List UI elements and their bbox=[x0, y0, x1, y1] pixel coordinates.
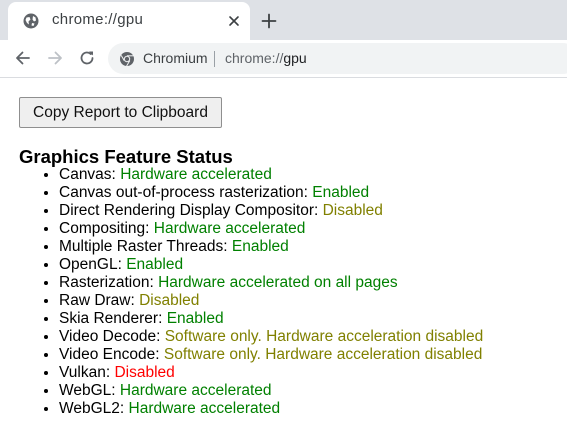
chromium-logo-icon bbox=[120, 52, 134, 67]
feature-status: Enabled bbox=[231, 238, 289, 255]
feature-name: Canvas: bbox=[59, 166, 116, 183]
feature-status: Enabled bbox=[312, 184, 370, 201]
origin-chip-label: Chromium bbox=[143, 50, 208, 66]
feature-item: Video Encode: Software only. Hardware ac… bbox=[59, 346, 483, 364]
feature-status: Disabled bbox=[322, 202, 383, 219]
feature-name: WebGL2: bbox=[59, 400, 125, 417]
feature-item: Multiple Raster Threads: Enabled bbox=[59, 238, 483, 256]
feature-item: WebGL: Hardware accelerated bbox=[59, 382, 483, 400]
reload-icon[interactable] bbox=[77, 48, 97, 68]
forward-arrow-icon[interactable] bbox=[45, 48, 65, 68]
feature-item: Raw Draw: Disabled bbox=[59, 292, 483, 310]
feature-item: Vulkan: Disabled bbox=[59, 364, 483, 382]
feature-item: Rasterization: Hardware accelerated on a… bbox=[59, 274, 483, 292]
feature-name: Skia Renderer: bbox=[59, 310, 163, 327]
feature-status: Software only. Hardware acceleration dis… bbox=[163, 346, 483, 363]
feature-item: Direct Rendering Display Compositor: Dis… bbox=[59, 202, 483, 220]
back-arrow-icon[interactable] bbox=[13, 48, 33, 68]
feature-status-list: Canvas: Hardware acceleratedCanvas out-o… bbox=[0, 166, 483, 418]
tab-strip: chrome://gpu bbox=[0, 0, 567, 40]
feature-name: Vulkan: bbox=[59, 364, 111, 381]
feature-item: Video Decode: Software only. Hardware ac… bbox=[59, 328, 483, 346]
close-tab-icon[interactable] bbox=[226, 13, 242, 29]
feature-status: Enabled bbox=[166, 310, 224, 327]
feature-name: Multiple Raster Threads: bbox=[59, 238, 228, 255]
globe-icon bbox=[23, 13, 39, 29]
feature-item: Compositing: Hardware accelerated bbox=[59, 220, 483, 238]
feature-name: Video Decode: bbox=[59, 328, 161, 345]
feature-status: Software only. Hardware acceleration dis… bbox=[164, 328, 484, 345]
feature-status: Disabled bbox=[114, 364, 175, 381]
feature-name: Raw Draw: bbox=[59, 292, 135, 309]
feature-item: WebGL2: Hardware accelerated bbox=[59, 400, 483, 418]
feature-name: WebGL: bbox=[59, 382, 116, 399]
feature-name: Direct Rendering Display Compositor: bbox=[59, 202, 319, 219]
section-title: Graphics Feature Status bbox=[19, 146, 233, 167]
page-content: Copy Report to Clipboard Graphics Featur… bbox=[0, 78, 567, 434]
feature-name: Rasterization: bbox=[59, 274, 154, 291]
feature-item: OpenGL: Enabled bbox=[59, 256, 483, 274]
address-bar[interactable]: Chromium chrome://gpu bbox=[108, 43, 567, 74]
feature-status: Enabled bbox=[126, 256, 184, 273]
feature-item: Canvas: Hardware accelerated bbox=[59, 166, 483, 184]
feature-item: Skia Renderer: Enabled bbox=[59, 310, 483, 328]
browser-window: chrome://gpu Chromium chrome://gpu Copy … bbox=[0, 0, 567, 434]
url-text[interactable]: chrome://gpu bbox=[225, 50, 307, 66]
address-separator bbox=[214, 51, 215, 67]
url-scheme: chrome:// bbox=[225, 50, 284, 66]
feature-name: Video Encode: bbox=[59, 346, 160, 363]
feature-name: OpenGL: bbox=[59, 256, 122, 273]
copy-report-button[interactable]: Copy Report to Clipboard bbox=[19, 97, 222, 128]
tab-chrome-gpu[interactable]: chrome://gpu bbox=[8, 2, 250, 40]
feature-item: Canvas out-of-process rasterization: Ena… bbox=[59, 184, 483, 202]
feature-status: Hardware accelerated on all pages bbox=[158, 274, 398, 291]
feature-status: Hardware accelerated bbox=[128, 400, 281, 417]
feature-status: Hardware accelerated bbox=[119, 382, 272, 399]
feature-status: Hardware accelerated bbox=[120, 166, 272, 183]
feature-name: Compositing: bbox=[59, 220, 150, 237]
new-tab-icon[interactable] bbox=[259, 11, 279, 31]
url-host: gpu bbox=[283, 50, 307, 66]
feature-status: Disabled bbox=[139, 292, 200, 309]
tab-title: chrome://gpu bbox=[52, 11, 144, 28]
feature-name: Canvas out-of-process rasterization: bbox=[59, 184, 308, 201]
toolbar: Chromium chrome://gpu bbox=[0, 40, 567, 78]
feature-status: Hardware accelerated bbox=[153, 220, 306, 237]
